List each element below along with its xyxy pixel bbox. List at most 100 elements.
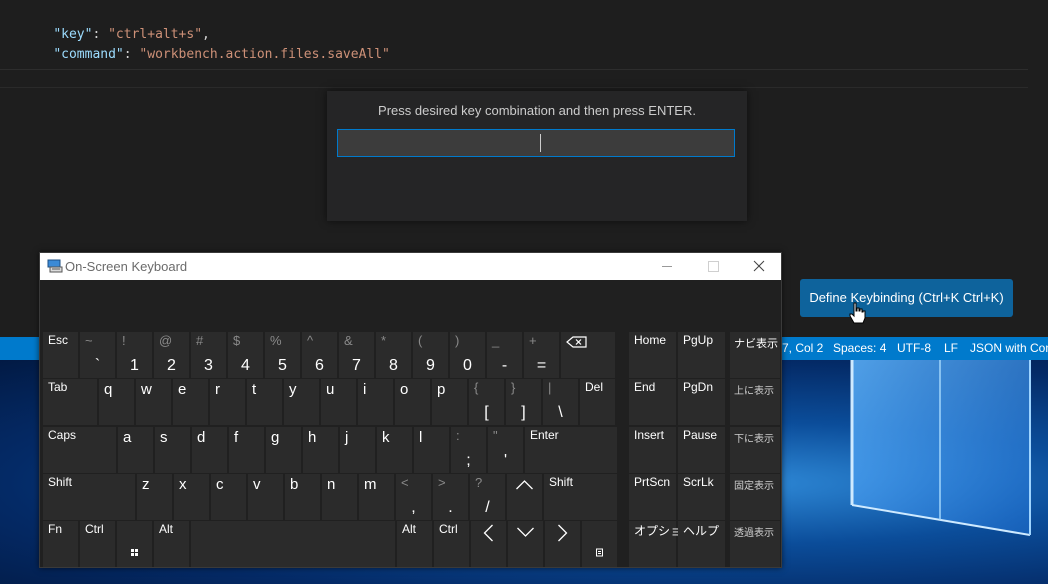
key-b[interactable]: b <box>285 474 320 520</box>
key-4[interactable]: $4 <box>228 332 263 378</box>
key-a[interactable]: a <box>118 427 153 473</box>
key-[[interactable]: {[ <box>469 379 504 425</box>
key-7[interactable]: & 7 <box>339 332 374 378</box>
window-title: On-Screen Keyboard <box>65 259 188 274</box>
key-osk-option-1[interactable]: 上に表示 <box>730 379 780 425</box>
key-d[interactable]: d <box>192 427 227 473</box>
key-'[interactable]: " ' <box>488 427 523 473</box>
key-c[interactable]: c <box>211 474 246 520</box>
key-windows[interactable] <box>117 521 152 567</box>
key-/[interactable]: ? / <box>470 474 505 520</box>
key-home[interactable]: Home <box>629 332 676 378</box>
key-w[interactable]: w <box>136 379 171 425</box>
key-alt[interactable]: Alt <box>154 521 189 567</box>
key-v[interactable]: v <box>248 474 283 520</box>
key-arrow-up[interactable] <box>507 474 542 520</box>
key-x[interactable]: x <box>174 474 209 520</box>
key-arrow-down[interactable] <box>508 521 543 567</box>
key-p[interactable]: p <box>432 379 467 425</box>
key-y[interactable]: y <box>284 379 319 425</box>
key-label: Pause <box>683 428 718 442</box>
key-shift[interactable]: Shift <box>43 474 135 520</box>
key-pgup[interactable]: PgUp <box>678 332 725 378</box>
key-ctrl[interactable]: Ctrl <box>80 521 115 567</box>
key-q[interactable]: q <box>99 379 134 425</box>
key-6[interactable]: ^ 6 <box>302 332 337 378</box>
close-button[interactable] <box>736 253 782 280</box>
key-=[interactable]: + = <box>524 332 559 378</box>
key-u[interactable]: u <box>321 379 356 425</box>
status-language[interactable]: JSON with Con <box>970 341 1048 355</box>
key-j[interactable]: j <box>340 427 375 473</box>
key-arrow-left[interactable] <box>471 521 506 567</box>
key-label: Fn <box>48 522 63 536</box>
key-o[interactable]: o <box>395 379 430 425</box>
key-g[interactable]: g <box>266 427 301 473</box>
key-h[interactable]: h <box>303 427 338 473</box>
key-,[interactable]: <, <box>396 474 431 520</box>
key-`[interactable]: ~ ` <box>80 332 115 378</box>
key-shift[interactable]: Shift <box>544 474 617 520</box>
key-1[interactable]: ! 1 <box>117 332 152 378</box>
key-][interactable]: }] <box>506 379 541 425</box>
key-ctrl[interactable]: Ctrl <box>434 521 469 567</box>
osk-titlebar[interactable]: On-Screen Keyboard <box>40 253 781 280</box>
key-2[interactable]: @2 <box>154 332 189 378</box>
key-tab[interactable]: Tab <box>43 379 97 425</box>
key--[interactable]: _ - <box>487 332 522 378</box>
key-9[interactable]: (9 <box>413 332 448 378</box>
key-fn[interactable]: Fn <box>43 521 78 567</box>
key-8[interactable]: * 8 <box>376 332 411 378</box>
key-オプション[interactable]: オプション <box>629 521 694 567</box>
key-label: z <box>142 476 150 493</box>
key-end[interactable]: End <box>629 379 676 425</box>
key-r[interactable]: r <box>210 379 245 425</box>
key-enter[interactable]: Enter <box>525 427 617 473</box>
key-osk-option-0[interactable]: ナビ表示 <box>730 332 780 378</box>
key-3[interactable]: #3 <box>191 332 226 378</box>
keybinding-input[interactable] <box>337 129 735 157</box>
key-del[interactable]: Del <box>580 379 615 425</box>
key-0[interactable]: ) 0 <box>450 332 485 378</box>
key-n[interactable]: n <box>322 474 357 520</box>
key-arrow-right[interactable] <box>545 521 580 567</box>
key-;[interactable]: :; <box>451 427 486 473</box>
key-label: 下に表示 <box>734 434 774 445</box>
key-osk-option-2[interactable]: 下に表示 <box>730 427 780 473</box>
key-prtscn[interactable]: PrtScn <box>629 474 676 520</box>
key-z[interactable]: z <box>137 474 172 520</box>
key-caps[interactable]: Caps <box>43 427 116 473</box>
key-menu[interactable] <box>582 521 617 567</box>
key-pause[interactable]: Pause <box>678 427 725 473</box>
key-l[interactable]: l <box>414 427 449 473</box>
key-.[interactable]: >. <box>433 474 468 520</box>
key-label: Alt <box>159 522 174 536</box>
key-f[interactable]: f <box>229 427 264 473</box>
key-t[interactable]: t <box>247 379 282 425</box>
key-backspace[interactable] <box>561 332 615 378</box>
key-e[interactable]: e <box>173 379 208 425</box>
minimize-button[interactable] <box>644 253 690 280</box>
status-encoding[interactable]: UTF-8 <box>897 341 931 355</box>
key-space[interactable] <box>191 521 395 567</box>
status-indentation[interactable]: Spaces: 4 <box>833 341 886 355</box>
key-osk-option-4[interactable]: 透過表示 <box>730 521 780 567</box>
key-k[interactable]: k <box>377 427 412 473</box>
key-osk-option-3[interactable]: 固定表示 <box>730 474 780 520</box>
key-alt[interactable]: Alt <box>397 521 432 567</box>
key-insert[interactable]: Insert <box>629 427 676 473</box>
key-s[interactable]: s <box>155 427 190 473</box>
define-keybinding-button[interactable]: Define Keybinding (Ctrl+K Ctrl+K) <box>800 279 1013 317</box>
maximize-button[interactable] <box>690 253 736 280</box>
key-ヘルプ[interactable]: ヘルプ <box>678 521 725 567</box>
status-cursor-position[interactable]: 7, Col 2 <box>782 341 823 355</box>
key-\[interactable]: | \ <box>543 379 578 425</box>
key-label: 固定表示 <box>734 481 774 492</box>
key-esc[interactable]: Esc <box>43 332 78 378</box>
key-5[interactable]: % 5 <box>265 332 300 378</box>
key-m[interactable]: m <box>359 474 394 520</box>
key-pgdn[interactable]: PgDn <box>678 379 725 425</box>
key-i[interactable]: i <box>358 379 393 425</box>
status-eol[interactable]: LF <box>944 341 958 355</box>
key-scrlk[interactable]: ScrLk <box>678 474 725 520</box>
